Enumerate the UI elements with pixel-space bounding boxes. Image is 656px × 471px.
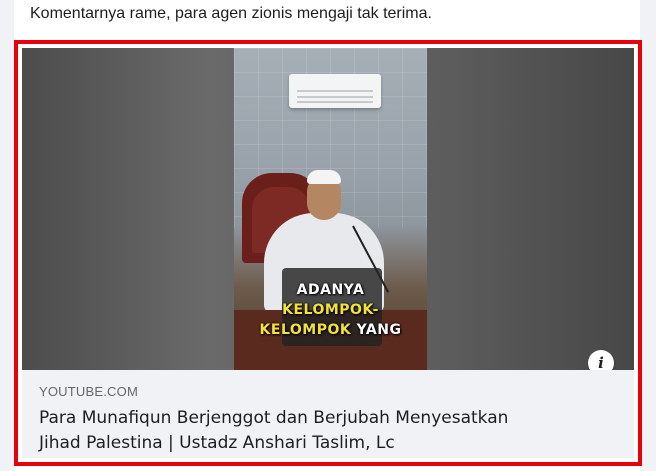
link-title-line-1: Para Munafiqun Berjenggot dan Berjubah M… bbox=[39, 408, 509, 428]
caption-line-1: ADANYA bbox=[296, 282, 365, 298]
air-conditioner bbox=[289, 74, 381, 108]
link-title-line-2: Jihad Palestina | Ustadz Anshari Taslim,… bbox=[39, 433, 395, 453]
post-card: Komentarnya rame, para agen zionis menga… bbox=[14, 0, 642, 471]
video-thumbnail[interactable]: ADANYA KELOMPOK- KELOMPOK YANG i bbox=[22, 48, 634, 370]
post-text: Komentarnya rame, para agen zionis menga… bbox=[30, 5, 432, 22]
link-title[interactable]: Para Munafiqun Berjenggot dan Berjubah M… bbox=[39, 406, 619, 456]
caption-line-2: KELOMPOK- bbox=[282, 302, 379, 318]
caption-line-3: KELOMPOK YANG bbox=[234, 322, 427, 338]
info-icon[interactable]: i bbox=[588, 350, 614, 370]
caption-line-3-yellow: KELOMPOK bbox=[259, 322, 352, 338]
link-domain: YOUTUBE.COM bbox=[39, 384, 138, 399]
caption-line-3-white: YANG bbox=[351, 322, 402, 338]
link-preview[interactable]: ADANYA KELOMPOK- KELOMPOK YANG i YOUTUBE… bbox=[14, 40, 642, 466]
link-meta[interactable]: YOUTUBE.COM Para Munafiqun Berjenggot da… bbox=[22, 370, 634, 458]
speaker-cap bbox=[307, 170, 341, 184]
